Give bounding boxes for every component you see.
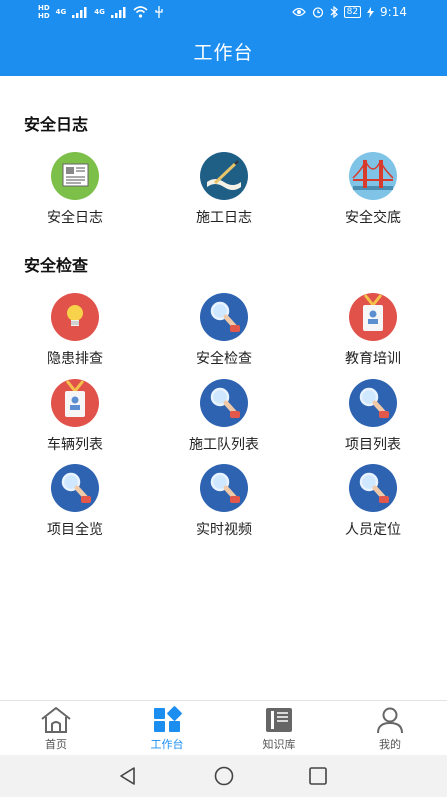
tab-profile[interactable]: 我的	[350, 705, 430, 752]
grid-item-safety-inspection[interactable]: 安全检查	[149, 293, 299, 368]
app-header: HD HD 4G 4G 82 9:14 工作台	[0, 0, 447, 76]
grid-item-vehicle-list[interactable]: 车辆列表	[0, 379, 150, 454]
dashboard-icon	[154, 706, 182, 732]
magnifier-icon	[200, 293, 248, 341]
magnifier-icon	[51, 464, 99, 512]
tab-label: 工作台	[150, 738, 184, 751]
grid-item-label: 安全检查	[196, 351, 252, 367]
wifi-icon	[133, 6, 148, 18]
bluetooth-icon	[330, 6, 338, 18]
grid-item-live-video[interactable]: 实时视频	[149, 464, 299, 539]
page-title: 工作台	[193, 42, 254, 64]
grid-item-label: 实时视频	[196, 522, 252, 538]
network-type: 4G	[55, 8, 67, 16]
charging-icon	[367, 6, 375, 18]
grid-item-label: 施工队列表	[189, 437, 259, 453]
home-icon	[41, 707, 71, 733]
clock-time: 9:14	[380, 5, 407, 19]
usb-icon	[155, 6, 163, 18]
eye-icon	[291, 7, 306, 17]
network-type: 4G	[94, 8, 105, 16]
grid-item-label: 人员定位	[345, 522, 401, 538]
grid-item-label: 车辆列表	[47, 437, 103, 453]
book-icon	[266, 708, 292, 732]
status-bar-right: 82 9:14	[291, 5, 407, 19]
signal-icon	[72, 6, 87, 18]
grid-item-safety-briefing[interactable]: 安全交底	[298, 152, 447, 227]
section-title-safety-inspection: 安全检查	[24, 256, 89, 275]
document-icon	[51, 152, 99, 200]
grid-item-label: 教育培训	[345, 351, 401, 367]
status-bar-left: HD HD 4G 4G	[38, 4, 164, 20]
user-icon	[377, 707, 403, 734]
battery-indicator: 82	[343, 6, 362, 18]
hd-tag: HD	[38, 12, 50, 20]
grid-item-label: 安全交底	[345, 210, 401, 226]
grid-item-construction-log[interactable]: 施工日志	[149, 152, 299, 227]
grid-item-project-list[interactable]: 项目列表	[298, 379, 447, 454]
tab-label: 首页	[45, 738, 67, 751]
badge-icon	[349, 293, 397, 341]
grid-item-label: 施工日志	[196, 210, 252, 226]
grid-item-education-training[interactable]: 教育培训	[298, 293, 447, 368]
magnifier-icon	[349, 464, 397, 512]
alarm-icon	[312, 7, 323, 18]
section-title-safety-log: 安全日志	[24, 115, 89, 134]
magnifier-icon	[349, 379, 397, 427]
badge-icon	[51, 379, 99, 427]
magnifier-icon	[200, 379, 248, 427]
status-bar: HD HD 4G 4G 82 9:14	[0, 0, 447, 26]
writing-icon	[200, 152, 248, 200]
hd-tag: HD	[38, 4, 50, 12]
tab-home[interactable]: 首页	[16, 705, 96, 752]
tab-knowledge-base[interactable]: 知识库	[239, 705, 319, 752]
magnifier-icon	[200, 464, 248, 512]
home-button-icon[interactable]	[213, 765, 235, 787]
grid-item-label: 项目列表	[345, 437, 401, 453]
grid-item-project-overview[interactable]: 项目全览	[0, 464, 150, 539]
tab-label: 知识库	[262, 738, 296, 751]
recent-apps-icon[interactable]	[307, 765, 329, 787]
grid-item-safety-log[interactable]: 安全日志	[0, 152, 150, 227]
system-nav-bar	[0, 755, 447, 797]
bridge-icon	[349, 152, 397, 200]
back-icon[interactable]	[117, 765, 139, 787]
grid-item-label: 安全日志	[47, 210, 103, 226]
grid-item-personnel-location[interactable]: 人员定位	[298, 464, 447, 539]
hd-indicator: HD HD	[38, 4, 50, 20]
grid-item-hazard-check[interactable]: 隐患排查	[0, 293, 150, 368]
bottom-tab-bar: 首页 工作台 知识库 我的	[0, 700, 447, 755]
signal-icon	[110, 6, 126, 18]
grid-item-construction-team-list[interactable]: 施工队列表	[149, 379, 299, 454]
grid-item-label: 项目全览	[47, 522, 103, 538]
grid-item-label: 隐患排查	[47, 351, 103, 367]
tab-label: 我的	[379, 738, 401, 751]
lightbulb-icon	[51, 293, 99, 341]
tab-workbench[interactable]: 工作台	[127, 705, 207, 752]
